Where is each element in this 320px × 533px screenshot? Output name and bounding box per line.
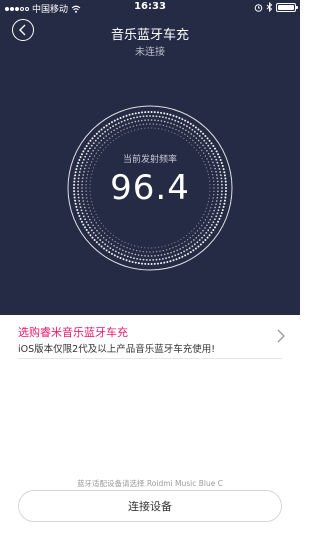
connect-device-button[interactable]: 连接设备 (18, 490, 282, 522)
connection-status: 未连接 (135, 47, 165, 58)
status-bar: 中国移动 16:33 (0, 0, 300, 15)
battery-level (278, 4, 294, 10)
status-right (254, 2, 298, 12)
battery-icon (276, 2, 298, 12)
frequency-label: 当前发射频率 (122, 155, 177, 165)
promo-title[interactable]: 选购睿米音乐蓝牙车充 (18, 324, 128, 340)
promo-banner[interactable]: 选购睿米音乐蓝牙车充 iOS版本仅限2代及以上产品音乐蓝牙车充使用! (0, 315, 300, 360)
pairing-hint: 蓝牙适配设备请选择 Roidmi Music Blue C (77, 479, 223, 488)
chevron-right-icon[interactable] (276, 329, 286, 343)
alarm-icon (254, 3, 263, 12)
page-title: 音乐蓝牙车充 (110, 28, 189, 43)
bluetooth-icon (266, 2, 273, 12)
divider (18, 358, 282, 359)
frequency-dial: 当前发射频率 96.4 (66, 104, 234, 272)
promo-description: iOS版本仅限2代及以上产品音乐蓝牙车充使用! (18, 344, 216, 355)
frequency-value: 96.4 (110, 168, 190, 208)
